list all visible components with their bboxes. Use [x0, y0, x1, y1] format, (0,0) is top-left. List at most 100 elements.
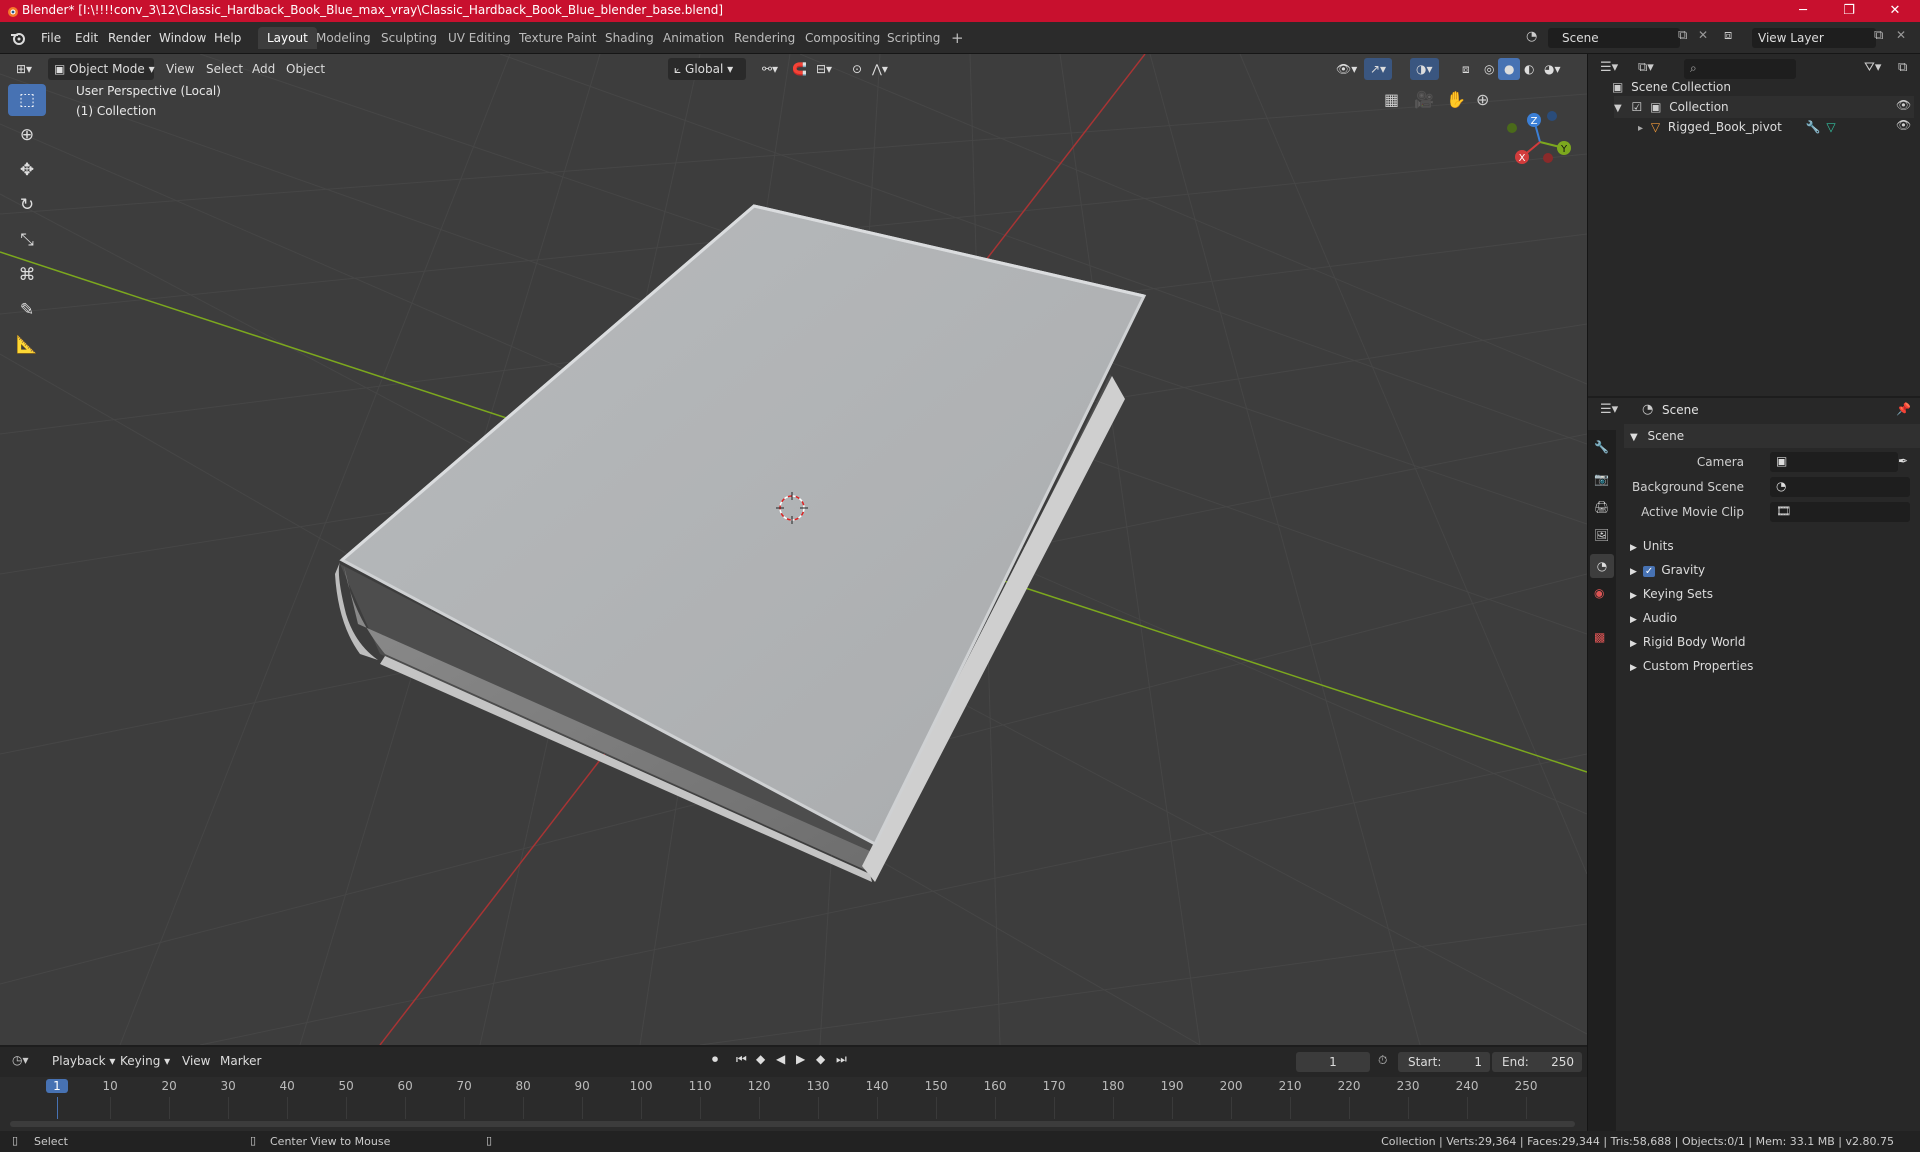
proportional-edit-icon[interactable]: ⊙ [846, 58, 868, 80]
eyedropper-icon[interactable]: ✒ [1898, 454, 1908, 468]
clock-icon[interactable]: ⏱ [1378, 1053, 1387, 1068]
tab-compositing[interactable]: Compositing [796, 27, 889, 49]
timeline-menu-view[interactable]: View [176, 1050, 216, 1072]
view-layer-tab-icon[interactable]: 🖼 [1594, 528, 1609, 542]
gravity-panel[interactable]: ▶ ✓ Gravity [1624, 558, 1920, 582]
properties-editor-type-icon[interactable]: ☰▾ [1600, 402, 1618, 417]
timeline-editor-type-icon[interactable]: ◷▾ [12, 1053, 29, 1067]
annotate-tool[interactable]: ✎ [8, 294, 46, 326]
background-scene-field[interactable] [1770, 477, 1910, 497]
3d-viewport[interactable]: Z Y X ▦ 🎥 ✋ ⊕ User Perspective (Local) (… [0, 54, 1587, 1045]
menu-file[interactable]: File [34, 28, 68, 48]
orientation-dropdown[interactable]: ⟀ Global ▾ [668, 58, 746, 80]
snap-target-icon[interactable]: ⊟▾ [810, 58, 838, 80]
viewport-menu-object[interactable]: Object [280, 58, 331, 80]
timeline-scrollbar[interactable] [10, 1121, 1575, 1127]
snap-icon[interactable]: 🧲 [786, 58, 813, 80]
tool-tab-icon[interactable]: 🔧 [1594, 440, 1609, 454]
tab-animation[interactable]: Animation [654, 27, 733, 49]
pivot-icon[interactable]: ⚯▾ [756, 58, 784, 80]
rigid-body-world-panel[interactable]: ▶ Rigid Body World [1624, 630, 1920, 654]
delete-view-layer-icon[interactable]: ✕ [1896, 28, 1906, 42]
collection-checkbox-icon[interactable]: ☑ [1632, 100, 1643, 114]
new-collection-icon[interactable]: ⧉ [1898, 60, 1907, 75]
zoom-icon[interactable]: ⊕ [1476, 90, 1489, 109]
new-scene-icon[interactable]: ⧉ [1678, 28, 1687, 43]
viewport-menu-select[interactable]: Select [200, 58, 249, 80]
texture-tab-icon[interactable]: ▩ [1594, 630, 1605, 644]
output-tab-icon[interactable]: 🖨 [1594, 500, 1609, 514]
pan-hand-icon[interactable]: ✋ [1446, 90, 1466, 109]
prev-keyframe-icon[interactable]: ◆ [756, 1052, 765, 1066]
outliner-object-row[interactable]: ▸ ▽ Rigged_Book_pivot 🔧 ▽ [1638, 116, 1908, 138]
next-keyframe-icon[interactable]: ◆ [816, 1052, 825, 1066]
rendered-shading-icon[interactable]: ◕▾ [1538, 58, 1567, 80]
menu-window[interactable]: Window [152, 28, 213, 48]
units-panel[interactable]: ▶ Units [1624, 534, 1920, 558]
render-tab-icon[interactable]: 📷 [1594, 472, 1609, 486]
transform-tool[interactable]: ⌘ [8, 259, 46, 291]
camera-view-icon[interactable]: 🎥 [1414, 90, 1434, 109]
tab-texture-paint[interactable]: Texture Paint [510, 27, 605, 49]
measure-tool[interactable]: 📐 [8, 329, 46, 361]
editor-type-icon[interactable]: ⊞▾ [10, 58, 38, 80]
maximize-button[interactable]: ❐ [1826, 0, 1872, 22]
grid-toggle-icon[interactable]: ▦ [1384, 90, 1399, 109]
collection-visibility-icon[interactable]: 👁 [1896, 98, 1911, 112]
falloff-icon[interactable]: ⋀▾ [866, 58, 894, 80]
move-tool[interactable]: ✥ [8, 154, 46, 186]
scene-panel-header[interactable]: ▼ Scene [1624, 424, 1920, 448]
timeline-menu-marker[interactable]: Marker [214, 1050, 267, 1072]
expand-arrow-icon[interactable]: ▼ [1614, 103, 1622, 114]
tab-uv-editing[interactable]: UV Editing [439, 27, 520, 49]
menu-help[interactable]: Help [207, 28, 248, 48]
tab-rendering[interactable]: Rendering [725, 27, 804, 49]
world-tab-icon[interactable]: ◉ [1594, 586, 1604, 600]
add-workspace-button[interactable]: + [942, 27, 973, 49]
scene-tab-icon[interactable]: ◔ [1590, 554, 1614, 578]
object-expand-icon[interactable]: ▸ [1638, 123, 1643, 134]
select-box-tool[interactable]: ⬚ [8, 84, 46, 116]
end-frame-field[interactable]: End: 250 [1492, 1052, 1582, 1072]
scene-browse-icon[interactable]: ◔ [1526, 29, 1544, 47]
minimize-button[interactable]: ─ [1780, 0, 1826, 22]
current-frame-field[interactable]: 1 [1296, 1052, 1370, 1072]
timeline-menu-playback[interactable]: Playback ▾ [46, 1050, 121, 1072]
close-button[interactable]: ✕ [1872, 0, 1918, 22]
blender-menu-icon[interactable] [10, 31, 26, 45]
scene-field[interactable]: Scene [1548, 28, 1680, 48]
audio-panel[interactable]: ▶ Audio [1624, 606, 1920, 630]
overlay-toggle-icon[interactable]: ◑▾ [1410, 58, 1439, 80]
object-visibility-icon[interactable]: 👁 [1896, 118, 1911, 132]
navigation-gizmo[interactable]: Z Y X [1500, 90, 1580, 190]
filter-icon[interactable]: ⛛▾ [1864, 60, 1881, 75]
keying-sets-panel[interactable]: ▶ Keying Sets [1624, 582, 1920, 606]
camera-field[interactable] [1770, 452, 1898, 472]
record-icon[interactable]: ⏺ [712, 1052, 718, 1067]
view-layer-field[interactable]: View Layer [1752, 28, 1876, 48]
tab-modeling[interactable]: Modeling [307, 27, 380, 49]
menu-render[interactable]: Render [101, 28, 158, 48]
menu-edit[interactable]: Edit [68, 28, 105, 48]
tab-sculpting[interactable]: Sculpting [372, 27, 446, 49]
display-mode-icon[interactable]: ⧉▾ [1638, 60, 1654, 75]
tab-scripting[interactable]: Scripting [878, 27, 949, 49]
view-layer-browse-icon[interactable]: ⧈ [1724, 28, 1732, 43]
viewport-menu-add[interactable]: Add [246, 58, 281, 80]
outliner-collection-row[interactable]: ▼ ☑ ▣ Collection [1614, 96, 1914, 118]
outliner-editor-type-icon[interactable]: ☰▾ [1600, 60, 1618, 75]
scale-tool[interactable]: ⤡ [8, 224, 46, 256]
pin-icon[interactable]: 📌 [1896, 402, 1911, 416]
cursor-tool[interactable]: ⊕ [8, 119, 46, 151]
play-reverse-icon[interactable]: ◀ [776, 1052, 785, 1066]
delete-scene-icon[interactable]: ✕ [1698, 28, 1708, 42]
gravity-checkbox-icon[interactable]: ✓ [1642, 566, 1656, 577]
rotate-tool[interactable]: ↻ [8, 189, 46, 221]
viewport-menu-view[interactable]: View [160, 58, 200, 80]
gizmo-toggle-icon[interactable]: ↗▾ [1364, 58, 1393, 80]
new-view-layer-icon[interactable]: ⧉ [1874, 28, 1883, 43]
xray-icon[interactable]: ⧈ [1456, 58, 1476, 80]
outliner-scene-collection[interactable]: ▣ Scene Collection [1612, 76, 1912, 98]
timeline-menu-keying[interactable]: Keying ▾ [114, 1050, 176, 1072]
jump-end-icon[interactable]: ⏭ [836, 1052, 847, 1067]
